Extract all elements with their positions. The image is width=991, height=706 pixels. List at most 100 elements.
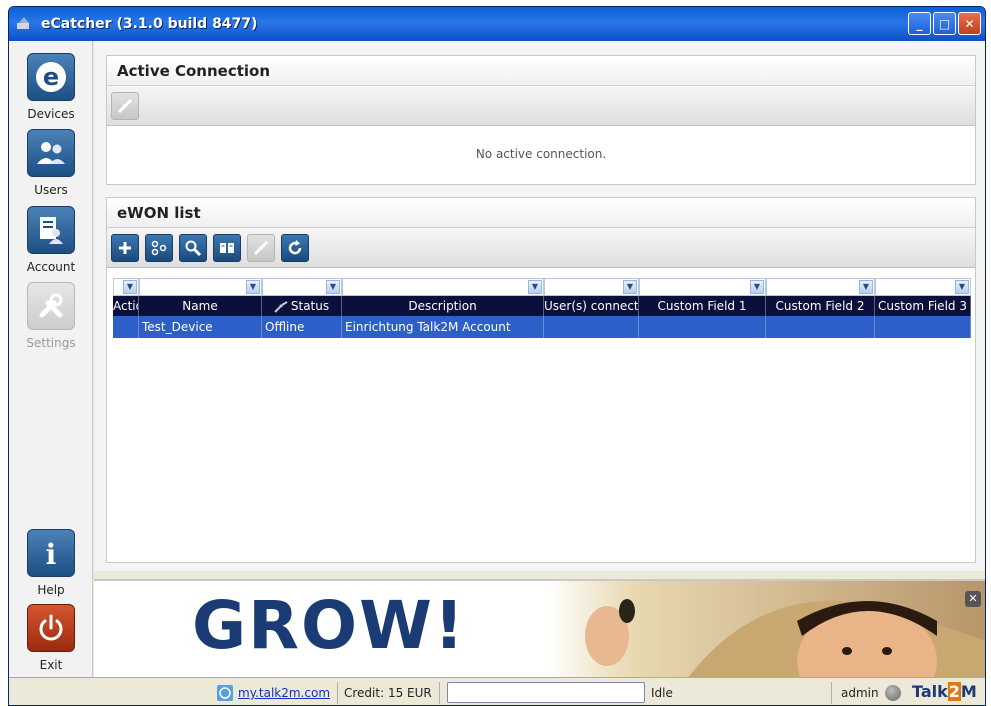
cell-status: Offline xyxy=(262,316,342,338)
minimize-icon: _ xyxy=(916,16,923,31)
banner-headline: GROW! xyxy=(192,587,466,664)
window-controls: _ □ ✕ xyxy=(908,12,981,35)
search-button[interactable] xyxy=(179,233,207,262)
filter-custom-field-1[interactable]: ▼ xyxy=(639,278,766,296)
close-button[interactable]: ✕ xyxy=(958,12,981,35)
cell-users xyxy=(544,316,639,338)
filter-name[interactable]: ▼ xyxy=(139,278,262,296)
table-header: Actio Name Status Description User(s) co… xyxy=(113,296,971,316)
credit-text: Credit: 15 EUR xyxy=(344,686,432,700)
chevron-down-icon: ▼ xyxy=(528,280,542,294)
cell-description: Einrichtung Talk2M Account xyxy=(342,316,544,338)
book-button[interactable] xyxy=(213,233,241,262)
column-header[interactable]: Name xyxy=(139,296,262,316)
promo-banner[interactable]: GROW! ✕ xyxy=(94,579,985,677)
no-connection-message: No active connection. xyxy=(475,147,607,161)
sidebar-item-label: Exit xyxy=(39,658,63,672)
status-indicator-icon xyxy=(885,685,901,701)
table-row[interactable]: Test_Device Offline Einrichtung Talk2M A… xyxy=(113,316,971,338)
sidebar-item-label: Settings xyxy=(26,336,76,350)
cell-custom-field-2 xyxy=(766,316,875,338)
help-icon: i xyxy=(27,529,75,577)
globe-icon xyxy=(217,685,233,701)
add-icon xyxy=(119,241,131,254)
connect-icon xyxy=(253,240,269,255)
sidebar-item-label: Devices xyxy=(27,107,75,121)
active-connection-toolbar xyxy=(107,86,975,126)
devices-icon: e xyxy=(27,53,75,101)
column-header[interactable]: Custom Field 1 xyxy=(639,296,766,316)
ewon-list-panel: eWON list ▼ ▼ ▼ ▼ ▼ ▼ ▼ ▼ Acti Name Stat… xyxy=(106,197,976,563)
sidebar-item-help[interactable]: i Help xyxy=(9,529,93,597)
main-content: Active Connection No active connection. … xyxy=(94,41,985,571)
chevron-down-icon: ▼ xyxy=(859,280,873,294)
banner-close-button[interactable]: ✕ xyxy=(965,591,981,607)
close-icon: ✕ xyxy=(968,592,978,605)
sidebar-item-devices[interactable]: e Devices xyxy=(9,53,93,121)
brand-text: 2 xyxy=(947,682,961,701)
column-header[interactable]: Actio xyxy=(113,296,139,316)
title-bar[interactable]: eCatcher (3.1.0 build 8477) _ □ ✕ xyxy=(9,7,985,41)
filter-action[interactable]: ▼ xyxy=(113,278,139,296)
active-connection-title: Active Connection xyxy=(107,56,975,86)
sidebar: e Devices Users Account Settings i Help … xyxy=(9,41,93,677)
add-button[interactable] xyxy=(111,233,139,262)
ewon-table: ▼ ▼ ▼ ▼ ▼ ▼ ▼ ▼ Actio Name Status Descri… xyxy=(113,278,971,338)
close-icon: ✕ xyxy=(964,16,975,31)
talk2m-logo: Talk2M xyxy=(912,682,977,701)
talk2m-link-group: my.talk2m.com xyxy=(216,684,330,702)
maximize-button[interactable]: □ xyxy=(933,12,956,35)
book-icon xyxy=(220,242,234,253)
signal-icon xyxy=(274,300,288,313)
filter-users[interactable]: ▼ xyxy=(544,278,639,296)
sidebar-item-label: Help xyxy=(37,583,65,597)
chevron-down-icon: ▼ xyxy=(326,280,340,294)
column-header-status[interactable]: Status xyxy=(262,296,342,316)
group-icon xyxy=(151,240,167,255)
filter-description[interactable]: ▼ xyxy=(342,278,544,296)
ecatcher-window: eCatcher (3.1.0 build 8477) _ □ ✕ e Devi… xyxy=(8,6,986,706)
filter-custom-field-3[interactable]: ▼ xyxy=(875,278,971,296)
connect-icon xyxy=(117,98,133,113)
filter-row: ▼ ▼ ▼ ▼ ▼ ▼ ▼ ▼ xyxy=(113,278,971,296)
minimize-button[interactable]: _ xyxy=(908,12,931,35)
connection-status: Idle xyxy=(651,686,673,700)
status-progress-field xyxy=(447,682,645,703)
filter-status[interactable]: ▼ xyxy=(262,278,342,296)
filter-custom-field-2[interactable]: ▼ xyxy=(766,278,875,296)
ewon-list-toolbar xyxy=(107,228,975,268)
ewon-list-title: eWON list xyxy=(107,198,975,228)
column-header[interactable]: Description xyxy=(342,296,544,316)
connect-button[interactable] xyxy=(247,233,275,262)
search-icon xyxy=(185,240,202,256)
maximize-icon: □ xyxy=(938,16,951,31)
chevron-down-icon: ▼ xyxy=(750,280,764,294)
cell-action xyxy=(113,316,139,338)
refresh-icon xyxy=(288,239,302,254)
sidebar-item-settings: Settings xyxy=(9,282,93,350)
users-icon xyxy=(27,129,75,177)
divider xyxy=(831,682,832,704)
chevron-down-icon: ▼ xyxy=(246,280,260,294)
active-connection-panel: Active Connection No active connection. xyxy=(106,55,976,185)
divider xyxy=(439,682,440,704)
sidebar-item-exit[interactable]: Exit xyxy=(9,604,93,672)
group-button[interactable] xyxy=(145,233,173,262)
sidebar-item-users[interactable]: Users xyxy=(9,129,93,197)
divider xyxy=(337,682,338,704)
power-icon xyxy=(27,604,75,652)
cell-custom-field-1 xyxy=(639,316,766,338)
disconnect-button[interactable] xyxy=(111,91,139,120)
chevron-down-icon: ▼ xyxy=(123,280,137,294)
talk2m-link[interactable]: my.talk2m.com xyxy=(238,686,330,700)
cell-name: Test_Device xyxy=(139,316,262,338)
status-bar: my.talk2m.com Credit: 15 EUR Idle admin … xyxy=(9,677,985,705)
refresh-button[interactable] xyxy=(281,233,309,262)
svg-text:i: i xyxy=(46,538,57,570)
column-header[interactable]: Custom Field 2 xyxy=(766,296,875,316)
sidebar-item-label: Users xyxy=(34,183,68,197)
column-header[interactable]: User(s) connecte xyxy=(544,296,639,316)
column-header[interactable]: Custom Field 3 xyxy=(875,296,971,316)
banner-photo xyxy=(547,581,985,677)
sidebar-item-account[interactable]: Account xyxy=(9,206,93,274)
